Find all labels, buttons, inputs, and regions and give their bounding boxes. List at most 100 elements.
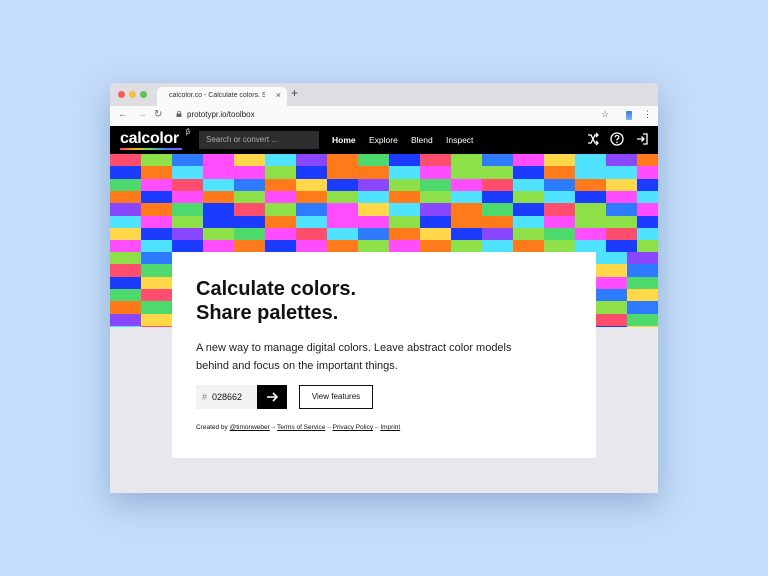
mosaic-tile — [141, 301, 172, 315]
author-link[interactable]: @timonweber — [230, 424, 270, 431]
view-features-button[interactable]: View features — [299, 385, 373, 409]
tab-title: calcolor.co - Calculate colors. Sh — [169, 92, 265, 99]
mosaic-tile — [482, 203, 513, 217]
browser-menu-icon[interactable]: ⋮ — [643, 109, 652, 120]
forward-button[interactable]: → — [137, 109, 147, 120]
mosaic-tile — [358, 154, 389, 167]
mosaic-tile — [234, 166, 265, 180]
mosaic-tile — [327, 190, 358, 204]
mosaic-tile — [327, 178, 358, 192]
mosaic-tile — [110, 227, 141, 241]
mosaic-tile — [451, 190, 482, 204]
mosaic-tile — [172, 227, 203, 241]
reload-button[interactable]: ↻ — [154, 109, 162, 120]
calculate-button[interactable] — [257, 385, 287, 409]
mosaic-tile — [110, 313, 141, 327]
mosaic-tile — [513, 166, 544, 180]
extension-icon[interactable] — [626, 111, 632, 120]
mosaic-tile — [627, 325, 658, 327]
mosaic-tile — [606, 227, 637, 241]
mosaic-tile — [110, 252, 141, 265]
mosaic-tile — [482, 190, 513, 204]
url-field[interactable]: prototypr.io/toolbox — [176, 109, 626, 123]
mosaic-tile — [596, 276, 627, 290]
calcolor-logo[interactable]: calcolor — [120, 130, 179, 148]
mosaic-tile — [637, 190, 658, 204]
mosaic-tile — [358, 215, 389, 229]
login-icon[interactable] — [634, 131, 650, 147]
nav-home[interactable]: Home — [332, 135, 356, 145]
tab-close-icon[interactable]: × — [276, 90, 281, 100]
mosaic-tile — [141, 166, 172, 180]
imprint-link[interactable]: Imprint — [380, 424, 400, 431]
browser-tab[interactable]: calcolor.co - Calculate colors. Sh × — [157, 87, 287, 106]
mosaic-tile — [420, 215, 451, 229]
mosaic-tile — [513, 227, 544, 241]
mosaic-tile — [482, 166, 513, 180]
search-input[interactable]: Search or convert ... — [199, 131, 319, 149]
mosaic-tile — [482, 215, 513, 229]
mosaic-tile — [513, 154, 544, 167]
mosaic-tile — [172, 190, 203, 204]
mosaic-tile — [172, 166, 203, 180]
privacy-link[interactable]: Privacy Policy — [333, 424, 373, 431]
mosaic-tile — [513, 178, 544, 192]
browser-window: calcolor.co - Calculate colors. Sh × + ←… — [110, 83, 658, 493]
mosaic-tile — [172, 203, 203, 217]
mosaic-tile — [234, 190, 265, 204]
footer-separator: – — [327, 424, 331, 431]
color-mosaic-right — [596, 252, 658, 327]
mosaic-tile — [327, 215, 358, 229]
bookmark-star-icon[interactable]: ☆ — [601, 109, 609, 120]
mosaic-tile — [575, 227, 606, 241]
mosaic-tile — [389, 178, 420, 192]
mosaic-tile — [234, 215, 265, 229]
mosaic-tile — [575, 178, 606, 192]
mosaic-tile — [420, 227, 451, 241]
mosaic-tile — [110, 190, 141, 204]
new-tab-button[interactable]: + — [291, 86, 298, 100]
mosaic-tile — [358, 227, 389, 241]
mosaic-tile — [110, 325, 141, 327]
mosaic-tile — [513, 203, 544, 217]
app-header: calcolor β Search or convert ... Home Ex… — [110, 126, 658, 154]
mosaic-tile — [203, 203, 234, 217]
mosaic-tile — [451, 178, 482, 192]
nav-explore[interactable]: Explore — [369, 135, 398, 145]
created-by-text: Created by — [196, 424, 228, 431]
mosaic-tile — [544, 190, 575, 204]
url-text: prototypr.io/toolbox — [187, 110, 255, 119]
mosaic-tile — [296, 154, 327, 167]
mosaic-tile — [265, 166, 296, 180]
help-icon[interactable] — [609, 131, 625, 147]
hex-color-input[interactable]: # 028662 — [196, 385, 257, 409]
logo-gradient-underline — [120, 148, 182, 150]
mosaic-tile — [265, 178, 296, 192]
mosaic-tile — [172, 215, 203, 229]
back-button[interactable]: ← — [118, 109, 128, 120]
mosaic-tile — [265, 190, 296, 204]
color-mosaic-left — [110, 252, 172, 327]
nav-blend[interactable]: Blend — [411, 135, 433, 145]
mosaic-tile — [203, 190, 234, 204]
mosaic-tile — [544, 203, 575, 217]
mosaic-tile — [110, 154, 141, 167]
close-window-dot[interactable] — [118, 91, 125, 98]
arrow-right-icon — [267, 392, 279, 402]
mosaic-tile — [420, 166, 451, 180]
shuffle-icon[interactable] — [585, 131, 601, 147]
mosaic-tile — [451, 227, 482, 241]
nav-inspect[interactable]: Inspect — [446, 135, 473, 145]
mosaic-tile — [296, 166, 327, 180]
terms-link[interactable]: Terms of Service — [277, 424, 325, 431]
mosaic-tile — [606, 215, 637, 229]
mosaic-tile — [327, 203, 358, 217]
maximize-window-dot[interactable] — [140, 91, 147, 98]
hex-prefix: # — [202, 392, 208, 402]
hex-value: 028662 — [212, 392, 243, 402]
minimize-window-dot[interactable] — [129, 91, 136, 98]
mosaic-tile — [482, 227, 513, 241]
footer-separator: – — [271, 424, 276, 431]
mosaic-tile — [327, 154, 358, 167]
mosaic-tile — [389, 166, 420, 180]
